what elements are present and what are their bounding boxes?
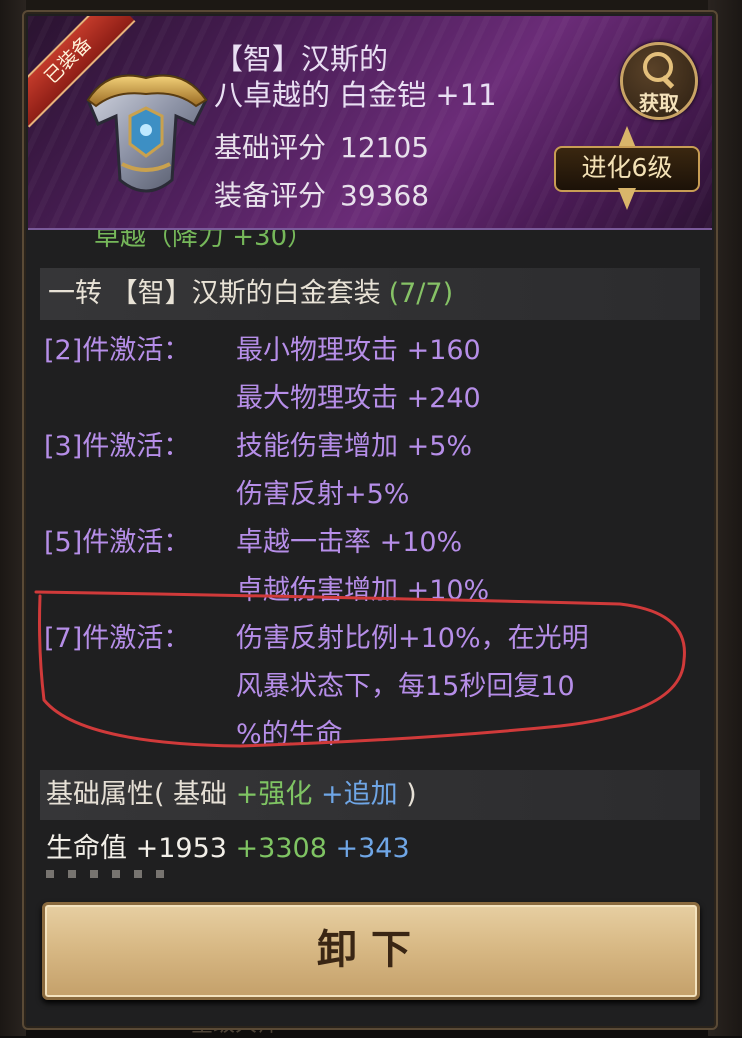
base-attr-base: 基础: [173, 779, 228, 810]
set-name: 一转 【智】汉斯的白金套装: [48, 278, 381, 309]
life-stat-row: 生命值 +1953 +3308 +343: [46, 826, 410, 865]
activation-value: 伤害反射+5%: [236, 479, 410, 510]
base-attr-enhance: +强化: [235, 779, 313, 810]
activation-label: [7]件激活：: [44, 623, 191, 654]
equip-score-label: 装备评分: [214, 179, 327, 212]
base-attr-bonus: +追加: [320, 779, 398, 810]
next-row-partial: [46, 870, 166, 878]
base-score-value: 12105: [340, 131, 430, 164]
activation-value: 技能伤害增加 +5%: [236, 431, 473, 462]
item-header: 已装备 【智】汉斯的 八卓越的 白金铠 +11 基础评分 12105 装备评分 …: [28, 16, 712, 230]
base-score-row: 基础评分 12105: [214, 126, 429, 166]
activation-value: 卓越伤害增加 +10%: [236, 575, 490, 606]
activation-label: [3]件激活：: [44, 431, 191, 462]
activation-value: 最大物理攻击 +240: [236, 383, 481, 414]
item-title-line2: 八卓越的 白金铠 +11: [214, 78, 497, 112]
activation-value: %的生命: [236, 719, 343, 750]
activation-label: [2]件激活：: [44, 335, 191, 366]
base-score-label: 基础评分: [214, 131, 327, 164]
base-attr-header: 基础属性( 基础 +强化 +追加 ): [40, 770, 700, 820]
activation-value: 伤害反射比例+10%，在光明: [236, 623, 589, 654]
item-detail-panel: 已装备 【智】汉斯的 八卓越的 白金铠 +11 基础评分 12105 装备评分 …: [22, 10, 718, 1030]
obtain-label: 获取: [639, 91, 679, 115]
set-header: 一转 【智】汉斯的白金套装 (7/7): [40, 268, 700, 320]
obtain-button[interactable]: 获取: [620, 42, 698, 120]
life-enhance: +3308: [235, 833, 327, 864]
activation-value: 最小物理攻击 +160: [236, 335, 481, 366]
activation-value: 卓越一击率 +10%: [236, 527, 463, 558]
evolution-label: 进化6级: [554, 146, 700, 192]
base-attr-prefix: 基础属性(: [46, 779, 165, 810]
base-attr-suffix: ): [406, 779, 417, 810]
evolution-badge[interactable]: 进化6级: [546, 126, 706, 216]
unequip-button[interactable]: 卸下: [42, 902, 700, 1000]
item-detail-content[interactable]: 卓越（降力 +30） 一转 【智】汉斯的白金套装 (7/7) [2]件激活： 最小…: [28, 230, 712, 878]
activation-label: [5]件激活：: [44, 527, 191, 558]
star-icon: [618, 126, 636, 148]
life-bonus: +343: [335, 833, 410, 864]
life-base: +1953: [135, 833, 227, 864]
set-count: (7/7): [388, 278, 454, 309]
excellent-attr-partial: 卓越（降力 +30）: [94, 230, 314, 252]
life-label: 生命值: [46, 833, 127, 864]
magnifier-icon: [643, 52, 673, 82]
equip-score-value: 39368: [340, 179, 430, 212]
equip-score-row: 装备评分 39368: [214, 174, 429, 214]
activation-value: 风暴状态下，每15秒回复10: [236, 671, 575, 702]
armor-icon: [86, 74, 208, 193]
